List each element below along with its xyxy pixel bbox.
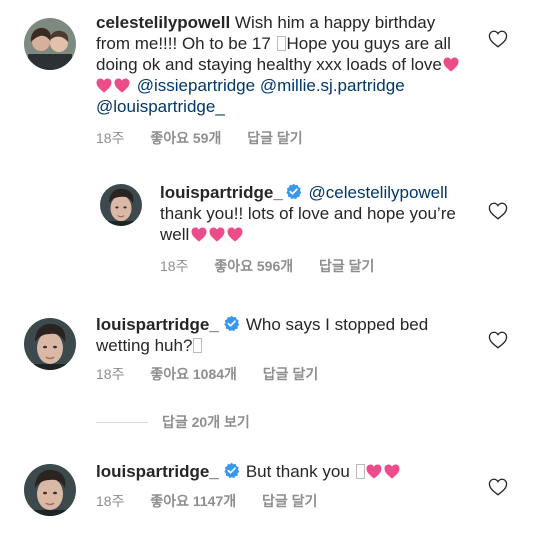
heart-emoji-icon — [209, 227, 225, 242]
view-replies-button[interactable]: 답글 20개 보기 — [96, 412, 250, 432]
likes-count[interactable]: 좋아요 596개 — [214, 258, 293, 274]
heart-emoji-icon — [443, 57, 459, 72]
comment-meta: 18주 좋아요 59개 답글 달기 — [96, 128, 325, 148]
comment-username[interactable]: louispartridge_ — [96, 462, 219, 481]
avatar[interactable] — [24, 318, 76, 370]
heart-outline-icon[interactable] — [488, 331, 508, 349]
heart-emoji-icon — [384, 464, 400, 479]
missing-glyph-icon — [193, 338, 203, 353]
mention-link[interactable]: @issiepartridge — [137, 76, 255, 95]
heart-emoji-icon — [114, 78, 130, 93]
heart-outline-icon[interactable] — [488, 478, 508, 496]
comment-body: But thank you — [245, 462, 355, 481]
comment-meta: 18주 좋아요 596개 답글 달기 — [160, 256, 396, 276]
comment-meta: 18주 좋아요 1084개 답글 달기 — [96, 364, 340, 384]
comment-text: louispartridge_ Who says I stopped bed we… — [96, 314, 466, 356]
comment-time[interactable]: 18주 — [96, 366, 124, 382]
comment-text: louispartridge_ But thank you — [96, 461, 466, 482]
reply-button[interactable]: 답글 달기 — [319, 258, 374, 274]
comment-time[interactable]: 18주 — [160, 258, 188, 274]
mention-link[interactable]: @millie.sj.partridge — [260, 76, 405, 95]
comment-text: celestelilypowell Wish him a happy birth… — [96, 12, 466, 117]
reply-button[interactable]: 답글 달기 — [263, 366, 318, 382]
view-replies-label: 답글 20개 보기 — [162, 414, 250, 430]
mention-link[interactable]: @celestelilypowell — [309, 183, 448, 202]
comment-username[interactable]: louispartridge_ — [160, 183, 283, 202]
verified-badge-icon — [223, 315, 240, 332]
comment-username[interactable]: celestelilypowell — [96, 13, 230, 32]
comment-meta: 18주 좋아요 1147개 답글 달기 — [96, 491, 339, 511]
heart-emoji-icon — [96, 78, 112, 93]
mention-link[interactable]: @louispartridge_ — [96, 97, 225, 116]
reply-button[interactable]: 답글 달기 — [247, 130, 302, 146]
likes-count[interactable]: 좋아요 59개 — [150, 130, 221, 146]
avatar[interactable] — [24, 464, 76, 516]
likes-count[interactable]: 좋아요 1084개 — [150, 366, 237, 382]
comment-username[interactable]: louispartridge_ — [96, 315, 219, 334]
avatar[interactable] — [100, 184, 142, 226]
divider — [96, 421, 148, 423]
heart-emoji-icon — [366, 464, 382, 479]
likes-count[interactable]: 좋아요 1147개 — [150, 493, 236, 509]
heart-emoji-icon — [227, 227, 243, 242]
heart-outline-icon[interactable] — [488, 30, 508, 48]
comment-text: louispartridge_ @celestelilypowell thank… — [160, 182, 470, 245]
comment-time[interactable]: 18주 — [96, 130, 124, 146]
verified-badge-icon — [223, 462, 240, 479]
avatar[interactable] — [24, 18, 76, 70]
missing-glyph-icon — [355, 464, 365, 479]
reply-button[interactable]: 답글 달기 — [262, 493, 317, 509]
heart-emoji-icon — [191, 227, 207, 242]
missing-glyph-icon — [276, 36, 286, 51]
comment-time[interactable]: 18주 — [96, 493, 124, 509]
verified-badge-icon — [285, 183, 302, 200]
heart-outline-icon[interactable] — [488, 202, 508, 220]
